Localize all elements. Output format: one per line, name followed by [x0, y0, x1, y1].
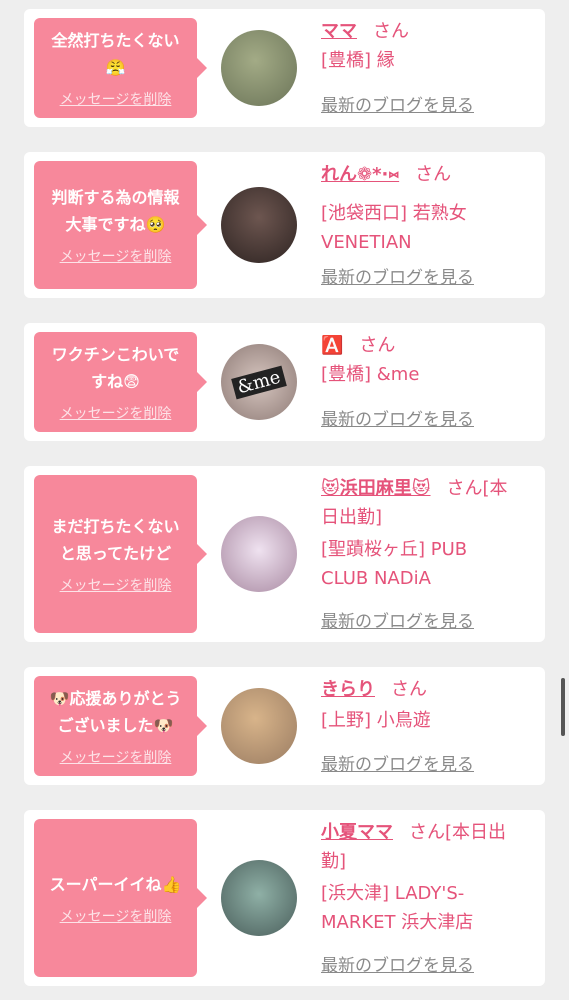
cast-name-link[interactable]: 小夏ママ	[321, 822, 393, 843]
message-bubble: スーパーイイね👍 メッセージを削除	[34, 819, 207, 977]
shop-line: [豊橋] &me	[321, 364, 420, 385]
honorific: さん	[359, 335, 396, 356]
cast-info: 小夏ママ さん[本日出 勤] [浜大津] LADY'S- MARKET 浜大津店	[321, 818, 536, 937]
message-text: ワクチンこわいで すね😨	[51, 345, 180, 391]
cast-info: 😻浜田麻里😻 さん[本 日出勤] [聖蹟桜ヶ丘] PUB CLUB NADiA	[321, 474, 536, 593]
shop-line: CLUB NADiA	[321, 568, 431, 589]
cast-name-link[interactable]: れん❁*·⑅	[321, 164, 399, 185]
message-card: 🐶応援ありがとう ございました🐶 メッセージを削除 きらり さん [上野] 小鳥遊…	[24, 667, 545, 785]
latest-blog-link[interactable]: 最新のブログを見る	[321, 91, 474, 116]
message-card: スーパーイイね👍 メッセージを削除 小夏ママ さん[本日出 勤] [浜大津] LA…	[24, 810, 545, 986]
cast-info: きらり さん [上野] 小鳥遊	[321, 675, 536, 735]
cast-name-link[interactable]: 😻浜田麻里😻	[321, 478, 431, 499]
avatar[interactable]	[221, 688, 297, 764]
message-bubble: まだ打ちたくない と思ってたけど メッセージを削除	[34, 475, 207, 633]
message-card: 判断する為の情報 大事ですね🥺 メッセージを削除 れん❁*·⑅ さん [池袋西口]…	[24, 152, 545, 298]
honorific: さん	[415, 164, 452, 185]
message-text: 判断する為の情報 大事ですね🥺	[51, 188, 180, 234]
message-card: ワクチンこわいで すね😨 メッセージを削除 &me 🅰️ さん [豊橋] &me …	[24, 323, 545, 441]
honorific: さん	[373, 21, 409, 42]
message-text: 全然打ちたくない 😤	[51, 31, 180, 77]
message-bubble: 判断する為の情報 大事ですね🥺 メッセージを削除	[34, 161, 207, 289]
avatar[interactable]	[221, 187, 297, 263]
honorific: さん[本日出	[409, 822, 507, 843]
message-bubble: 🐶応援ありがとう ございました🐶 メッセージを削除	[34, 676, 207, 776]
cast-info: 🅰️ さん [豊橋] &me	[321, 331, 536, 389]
latest-blog-link[interactable]: 最新のブログを見る	[321, 750, 474, 775]
honorific: さん[本	[446, 478, 508, 499]
message-bubble: ワクチンこわいで すね😨 メッセージを削除	[34, 332, 207, 432]
honorific: さん	[391, 679, 427, 700]
shop-line: VENETIAN	[321, 232, 412, 253]
cast-info: れん❁*·⑅ さん [池袋西口] 若熟女 VENETIAN	[321, 160, 536, 257]
shop-line: [聖蹟桜ヶ丘] PUB	[321, 539, 468, 560]
shop-line: [上野] 小鳥遊	[321, 710, 431, 731]
shop-line: [浜大津] LADY'S-	[321, 883, 465, 904]
avatar[interactable]	[221, 30, 297, 106]
message-text: 🐶応援ありがとう ございました🐶	[49, 689, 182, 735]
shop-line: [池袋西口] 若熟女	[321, 203, 467, 224]
delete-message-link[interactable]: メッセージを削除	[60, 747, 172, 767]
latest-blog-link[interactable]: 最新のブログを見る	[321, 405, 474, 430]
message-card: 全然打ちたくない 😤 メッセージを削除 ママ さん [豊橋] 縁 最新のブログを見…	[24, 9, 545, 127]
delete-message-link[interactable]: メッセージを削除	[60, 906, 172, 926]
delete-message-link[interactable]: メッセージを削除	[60, 575, 172, 595]
cast-name-link[interactable]: 🅰️	[321, 335, 343, 356]
avatar-logo-text: &me	[231, 365, 287, 399]
cast-info: ママ さん [豊橋] 縁	[321, 17, 536, 75]
latest-blog-link[interactable]: 最新のブログを見る	[321, 263, 474, 288]
avatar[interactable]	[221, 516, 297, 592]
cast-name-link[interactable]: ママ	[321, 21, 357, 42]
delete-message-link[interactable]: メッセージを削除	[60, 403, 172, 423]
message-text: まだ打ちたくない と思ってたけど	[51, 517, 180, 563]
cast-name-link[interactable]: きらり	[321, 679, 375, 700]
latest-blog-link[interactable]: 最新のブログを見る	[321, 951, 474, 976]
message-card: まだ打ちたくない と思ってたけど メッセージを削除 😻浜田麻里😻 さん[本 日出勤…	[24, 466, 545, 642]
shop-line: MARKET 浜大津店	[321, 912, 474, 933]
shop-line: [豊橋] 縁	[321, 50, 395, 71]
delete-message-link[interactable]: メッセージを削除	[60, 246, 172, 266]
message-bubble: 全然打ちたくない 😤 メッセージを削除	[34, 18, 207, 118]
scrollbar[interactable]	[561, 678, 565, 736]
shop-line: 日出勤]	[321, 507, 383, 528]
delete-message-link[interactable]: メッセージを削除	[60, 89, 172, 109]
latest-blog-link[interactable]: 最新のブログを見る	[321, 607, 474, 632]
message-text: スーパーイイね👍	[49, 874, 182, 894]
shop-line: 勤]	[321, 851, 347, 872]
avatar[interactable]: &me	[221, 344, 297, 420]
avatar[interactable]	[221, 860, 297, 936]
